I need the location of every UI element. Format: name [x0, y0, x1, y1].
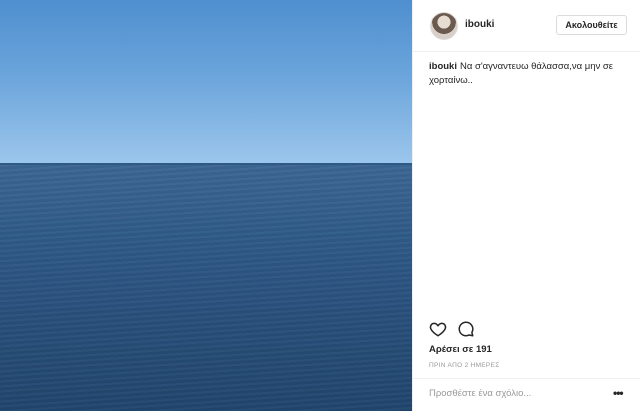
- following-button[interactable]: Ακολουθείτε: [556, 15, 627, 35]
- post-timestamp[interactable]: ΠΡΙΝ ΑΠΟ 2 ΗΜΕΡΕΣ: [429, 362, 500, 369]
- photo-sky: [0, 0, 412, 164]
- post-actions: [429, 320, 629, 338]
- comment-bubble-icon[interactable]: [457, 320, 475, 338]
- comment-bar: Προσθέστε ένα σχόλιο... •••: [413, 378, 640, 411]
- post-header: ibouki Ακολουθείτε: [413, 0, 640, 52]
- username-link[interactable]: ibouki: [465, 19, 494, 30]
- caption-username[interactable]: ibouki: [429, 61, 457, 72]
- post-photo[interactable]: [0, 0, 412, 411]
- post-caption: ibouki Να σ'αγναντευω θάλασσα,να μην σε χ…: [429, 60, 629, 88]
- post-sidebar: ibouki Ακολουθείτε ibouki Να σ'αγναντευω …: [412, 0, 640, 411]
- avatar[interactable]: [430, 12, 458, 40]
- likes-count[interactable]: Αρέσει σε 191: [429, 344, 492, 355]
- heart-icon[interactable]: [429, 320, 447, 338]
- more-options-icon[interactable]: •••: [613, 387, 624, 399]
- comment-input[interactable]: Προσθέστε ένα σχόλιο...: [429, 388, 589, 399]
- photo-sea: [0, 165, 412, 411]
